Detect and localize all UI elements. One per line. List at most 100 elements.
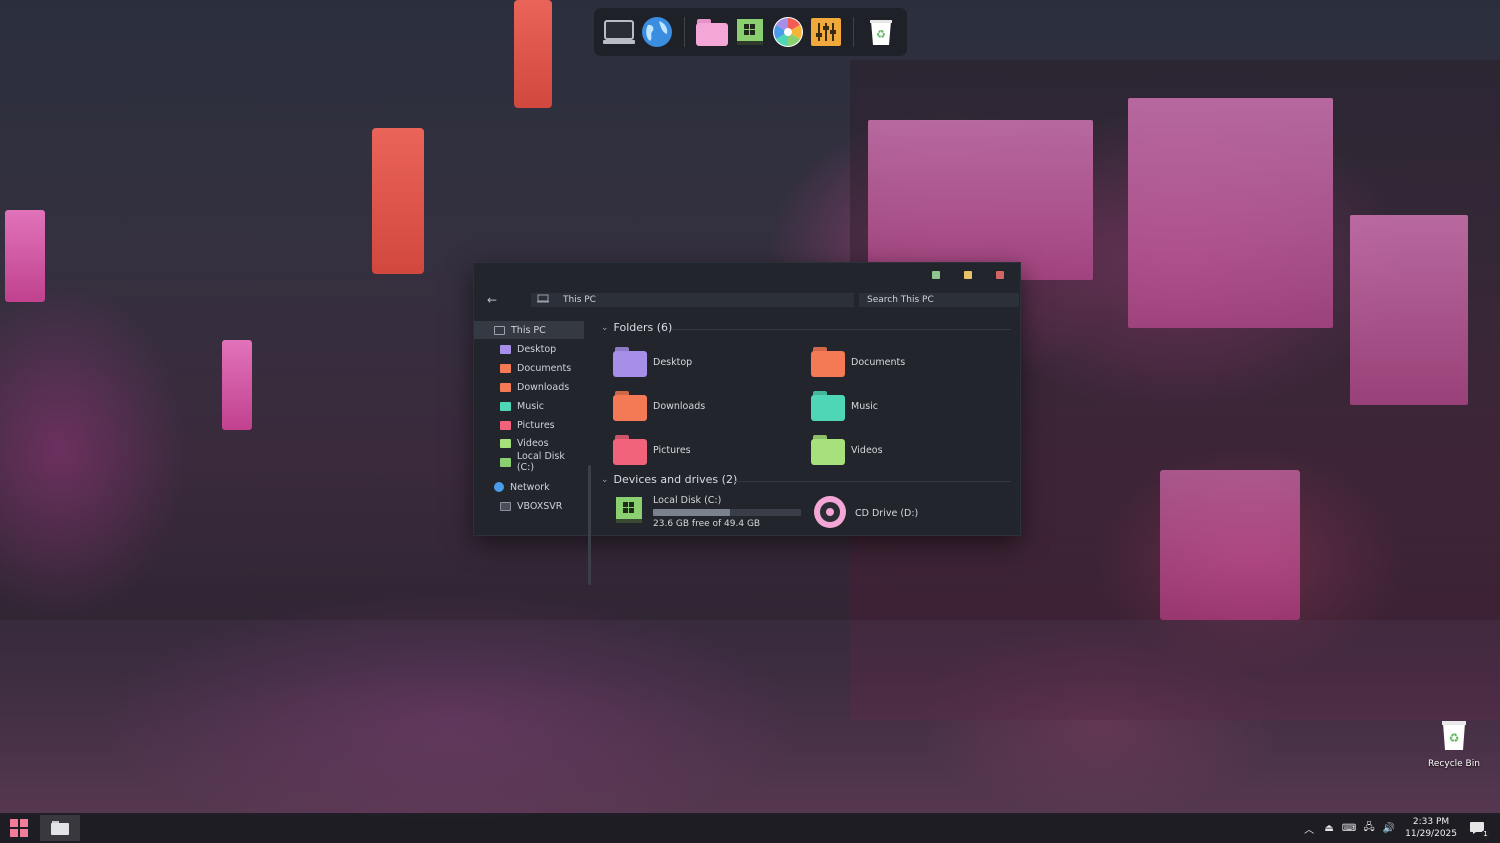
folder-tile-downloads[interactable]: Downloads	[611, 387, 801, 425]
folder-icon	[500, 438, 511, 448]
chevron-up-icon[interactable]: ︿	[1300, 819, 1318, 837]
background-neon-sign	[5, 210, 45, 302]
folder-icon[interactable]	[695, 15, 729, 49]
sidebar-item-label: Network	[510, 481, 550, 493]
network-computer-icon	[500, 501, 511, 511]
drive-usage-bar	[653, 509, 801, 516]
folder-icon	[811, 391, 845, 421]
folders-section-header[interactable]: ⌄ Folders (6)	[601, 321, 672, 334]
content-pane: ⌄ Folders (6) Desktop Documents Download…	[601, 319, 1016, 531]
sidebar-scrollbar[interactable]	[588, 465, 591, 585]
start-button[interactable]	[4, 817, 34, 839]
sidebar-item-documents[interactable]: Documents	[474, 359, 584, 377]
folder-label: Documents	[851, 356, 906, 368]
folder-tile-documents[interactable]: Documents	[809, 343, 999, 381]
minimize-button[interactable]	[932, 271, 940, 279]
sidebar-item-label: Pictures	[517, 419, 555, 431]
desktop-recycle-bin[interactable]: ♻ Recycle Bin	[1424, 718, 1484, 769]
background-neon-sign	[222, 340, 252, 430]
dock: ♻	[594, 8, 907, 56]
folder-icon	[613, 347, 647, 377]
drive-tile-local-disk[interactable]: Local Disk (C:) 23.6 GB free of 49.4 GB	[615, 495, 801, 529]
sidebar-item-this-pc[interactable]: This PC	[474, 321, 584, 339]
taskbar-file-explorer-button[interactable]	[40, 815, 80, 841]
chevron-down-icon[interactable]: ⌄	[601, 323, 609, 333]
background-neon-sign	[514, 0, 552, 108]
background-street	[0, 620, 1500, 815]
sidebar-item-vboxsvr[interactable]: VBOXSVR	[474, 497, 584, 515]
folder-tile-videos[interactable]: Videos	[809, 431, 999, 469]
folder-label: Downloads	[653, 400, 706, 412]
sidebar-item-label: Desktop	[517, 343, 557, 355]
clock[interactable]: 2:33 PM 11/29/2025	[1405, 816, 1457, 840]
background-shop-window	[1160, 470, 1300, 620]
dock-separator	[853, 17, 854, 47]
sidebar-item-label: Downloads	[517, 381, 570, 393]
volume-icon[interactable]: 🔊	[1380, 819, 1398, 837]
chevron-down-icon[interactable]: ⌄	[601, 475, 609, 485]
search-input[interactable]: Search This PC	[859, 293, 1019, 307]
windows-drive-icon	[615, 496, 643, 529]
sidebar-item-downloads[interactable]: Downloads	[474, 378, 584, 396]
sidebar-item-label: Videos	[517, 437, 549, 449]
this-pc-icon	[494, 325, 505, 335]
folder-icon	[613, 391, 647, 421]
title-bar[interactable]	[474, 263, 1020, 287]
network-icon[interactable]: 🖧	[1360, 819, 1378, 837]
devices-section-header[interactable]: ⌄ Devices and drives (2)	[601, 473, 737, 486]
sidebar-item-desktop[interactable]: Desktop	[474, 340, 584, 358]
section-divider	[671, 329, 1011, 330]
mixer-icon[interactable]	[809, 15, 843, 49]
folder-label: Pictures	[653, 444, 691, 456]
svg-text:♻: ♻	[876, 28, 886, 41]
background-neon-sign	[372, 128, 424, 274]
sidebar-item-label: VBOXSVR	[517, 500, 563, 512]
drive-tile-cd[interactable]: CD Drive (D:)	[813, 495, 918, 532]
drive-label: CD Drive (D:)	[855, 508, 919, 519]
file-explorer-window: ← This PC Search This PC This PC Desktop…	[473, 262, 1021, 585]
folder-icon	[51, 821, 69, 835]
drive-label: Local Disk (C:)	[653, 495, 722, 506]
close-button[interactable]	[996, 271, 1004, 279]
folder-icon	[811, 347, 845, 377]
folder-icon	[500, 382, 511, 392]
drive-free-space: 23.6 GB free of 49.4 GB	[653, 519, 761, 529]
sidebar-item-videos[interactable]: Videos	[474, 434, 584, 452]
folder-icon	[500, 344, 511, 354]
dock-separator	[684, 17, 685, 47]
notification-center-icon[interactable]: 1	[1468, 819, 1490, 839]
folder-label: Videos	[851, 444, 883, 456]
sidebar-item-label: Documents	[517, 362, 572, 374]
address-bar[interactable]: This PC	[531, 293, 854, 307]
usb-icon[interactable]: ⏏	[1320, 819, 1338, 837]
globe-icon[interactable]	[640, 15, 674, 49]
keyboard-icon[interactable]: ⌨	[1340, 819, 1358, 837]
recycle-bin-icon[interactable]: ♻	[864, 15, 898, 49]
sidebar-item-local-disk[interactable]: Local Disk (C:)	[474, 451, 584, 473]
folder-label: Music	[851, 400, 879, 412]
back-arrow-icon[interactable]: ←	[484, 292, 500, 308]
folder-icon	[500, 420, 511, 430]
folder-label: Desktop	[653, 356, 693, 368]
drive-icon	[500, 457, 511, 467]
folder-tile-desktop[interactable]: Desktop	[611, 343, 801, 381]
network-globe-icon	[494, 482, 504, 492]
sidebar-item-music[interactable]: Music	[474, 397, 584, 415]
drive-info: Local Disk (C:) 23.6 GB free of 49.4 GB	[653, 495, 801, 529]
sidebar-item-label: Local Disk (C:)	[516, 451, 565, 473]
section-title: Folders (6)	[613, 321, 673, 334]
desktop-icon-label: Recycle Bin	[1428, 759, 1480, 769]
folder-tile-music[interactable]: Music	[809, 387, 999, 425]
maximize-button[interactable]	[964, 271, 972, 279]
this-pc-icon[interactable]	[602, 15, 636, 49]
sidebar-item-pictures[interactable]: Pictures	[474, 416, 584, 434]
windows-icon[interactable]	[733, 15, 767, 49]
drive-usage-fill	[653, 509, 730, 516]
color-wheel-icon[interactable]	[771, 15, 805, 49]
this-pc-icon	[537, 294, 549, 306]
folder-tile-pictures[interactable]: Pictures	[611, 431, 801, 469]
cd-drive-icon	[813, 495, 847, 532]
sidebar-item-label: This PC	[511, 324, 546, 336]
system-tray: ︿ ⏏ ⌨ 🖧 🔊 2:33 PM 11/29/2025 1	[1299, 813, 1500, 843]
sidebar-item-network[interactable]: Network	[474, 478, 584, 496]
